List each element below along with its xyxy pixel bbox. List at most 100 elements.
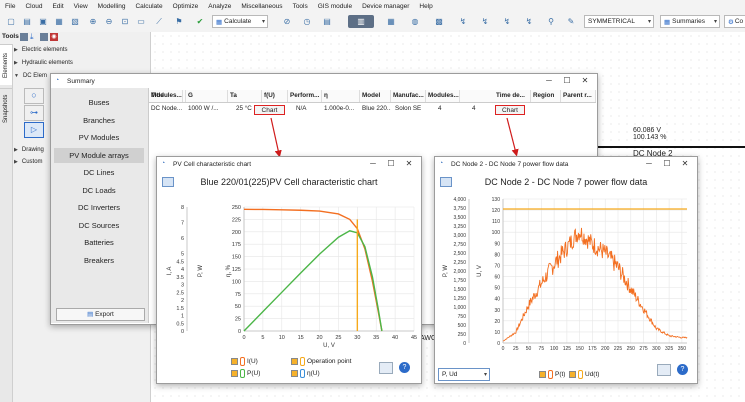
power-tick-label: 0: [463, 341, 466, 347]
power-tick-label: 225: [232, 217, 241, 223]
app-icon: ◔: [161, 160, 166, 167]
power-tick-label: 150: [232, 255, 241, 261]
x-tick-label: 75: [539, 346, 545, 351]
x-tick-label: 100: [550, 346, 559, 351]
help-icon[interactable]: ?: [399, 362, 410, 373]
power-flow-chart: DC Node 2 - DC Node 7 power flow data 0 25…: [443, 177, 688, 351]
power-tick-label: 2,500: [453, 251, 466, 257]
legend-operation-point[interactable]: Operation point: [291, 357, 351, 366]
power-tick-label: 125: [232, 267, 241, 273]
chevron-down-icon: ▾: [483, 372, 487, 378]
checkbox-icon: [231, 358, 238, 365]
chart-title: DC Node 2 - DC Node 7 power flow data: [485, 177, 648, 187]
power-tick-label: 1,000: [453, 305, 466, 311]
power-tick-label: 1,250: [453, 296, 466, 302]
power-tick-label: 1,500: [453, 287, 466, 293]
power-tick-label: 250: [458, 332, 467, 338]
power-tick-label: 1,750: [453, 278, 466, 284]
x-tick-label: 30: [354, 335, 360, 341]
x-tick-label: 0: [242, 335, 245, 341]
close-icon[interactable]: ✕: [401, 157, 417, 171]
pv-chart: Blue 220/01(225)PV Cell characteristic c…: [167, 177, 417, 349]
voltage-tick-label: 90: [494, 241, 500, 247]
x-tick-label: 5: [261, 335, 264, 341]
maximize-icon[interactable]: ☐: [383, 157, 399, 171]
voltage-tick-label: 0: [497, 341, 500, 347]
current-tick-label: 3: [181, 283, 184, 289]
current-tick-label: 8: [181, 205, 184, 211]
x-tick-label: 275: [639, 346, 648, 351]
voltage-tick-label: 80: [494, 252, 500, 258]
current-tick-label: 2: [181, 298, 184, 304]
arrow-to-power-chart: [506, 117, 519, 157]
save-image-icon[interactable]: [657, 364, 671, 376]
arrow-to-pv-chart: [270, 117, 282, 158]
x-tick-label: 25: [513, 346, 519, 351]
maximize-icon[interactable]: ☐: [659, 157, 675, 171]
y-label-power: P, W: [198, 265, 204, 278]
checkbox-icon: [569, 371, 576, 378]
y-label-current: I, A: [167, 267, 173, 276]
current-tick-label: 5: [181, 252, 184, 258]
x-label: U, V: [323, 343, 335, 349]
x-tick-label: 150: [575, 346, 584, 351]
voltage-tick-label: 130: [492, 197, 501, 203]
voltage-tick-label: 20: [494, 319, 500, 325]
checkbox-icon: [291, 358, 298, 365]
x-tick-label: 45: [411, 335, 417, 341]
voltage-tick-label: 110: [492, 219, 500, 225]
x-tick-label: 200: [601, 346, 610, 351]
chart-title: Blue 220/01(225)PV Cell characteristic c…: [200, 177, 378, 187]
voltage-tick-label: 10: [494, 330, 500, 336]
legend-udt[interactable]: Ud(t): [569, 370, 599, 379]
save-image-icon[interactable]: [379, 362, 393, 374]
power-tick-label: 75: [235, 292, 241, 298]
voltage-tick-label: 60: [494, 275, 500, 281]
current-tick-label: 1: [181, 314, 184, 320]
minimize-icon[interactable]: ─: [641, 157, 657, 171]
checkbox-icon: [539, 371, 546, 378]
x-tick-label: 350: [678, 346, 687, 351]
series-iu: [243, 208, 383, 332]
power-tick-label: 200: [232, 230, 241, 236]
power-tick-label: 500: [458, 323, 467, 329]
minimize-icon[interactable]: ─: [365, 157, 381, 171]
power-tick-label: 25: [235, 317, 241, 323]
power-tick-label: 3,250: [453, 224, 466, 230]
power-chart-window: ◔ DC Node 2 - DC Node 7 power flow data …: [434, 156, 698, 384]
x-tick-label: 15: [298, 335, 304, 341]
x-tick-label: 10: [279, 335, 285, 341]
voltage-tick-label: 70: [494, 263, 500, 269]
x-tick-label: 125: [563, 346, 572, 351]
y-label-power: P, W: [443, 265, 449, 278]
x-tick-label: 35: [373, 335, 379, 341]
x-tick-label: 325: [665, 346, 674, 351]
power-tick-label: 175: [232, 242, 241, 248]
voltage-tick-label: 30: [494, 308, 500, 314]
series-select[interactable]: P, Ud ▾: [438, 368, 490, 381]
x-tick-label: 225: [614, 346, 623, 351]
legend-eta[interactable]: η(U): [291, 369, 320, 378]
current-tick-label: 3.5: [176, 275, 184, 281]
power-tick-label: 50: [235, 304, 241, 310]
voltage-tick-label: 120: [492, 208, 501, 214]
help-icon[interactable]: ?: [677, 364, 688, 375]
series-pu: [243, 230, 383, 332]
voltage-tick-label: 50: [494, 286, 500, 292]
power-tick-label: 100: [232, 279, 241, 285]
y-label-voltage: U, V: [477, 265, 483, 277]
legend-pu[interactable]: P(U): [231, 369, 260, 378]
close-icon[interactable]: ✕: [677, 157, 693, 171]
voltage-tick-label: 40: [494, 297, 500, 303]
checkbox-icon: [291, 370, 298, 377]
power-tick-label: 3,750: [453, 206, 466, 212]
power-tick-label: 2,750: [453, 242, 466, 248]
x-tick-label: 300: [652, 346, 661, 351]
x-tick-label: 20: [316, 335, 322, 341]
x-tick-label: 25: [335, 335, 341, 341]
x-tick-label: 40: [392, 335, 398, 341]
legend-pt[interactable]: P(t): [539, 370, 565, 379]
x-tick-label: 250: [627, 346, 636, 351]
legend-iu[interactable]: I(U): [231, 357, 258, 366]
power-tick-label: 3,500: [453, 215, 466, 221]
